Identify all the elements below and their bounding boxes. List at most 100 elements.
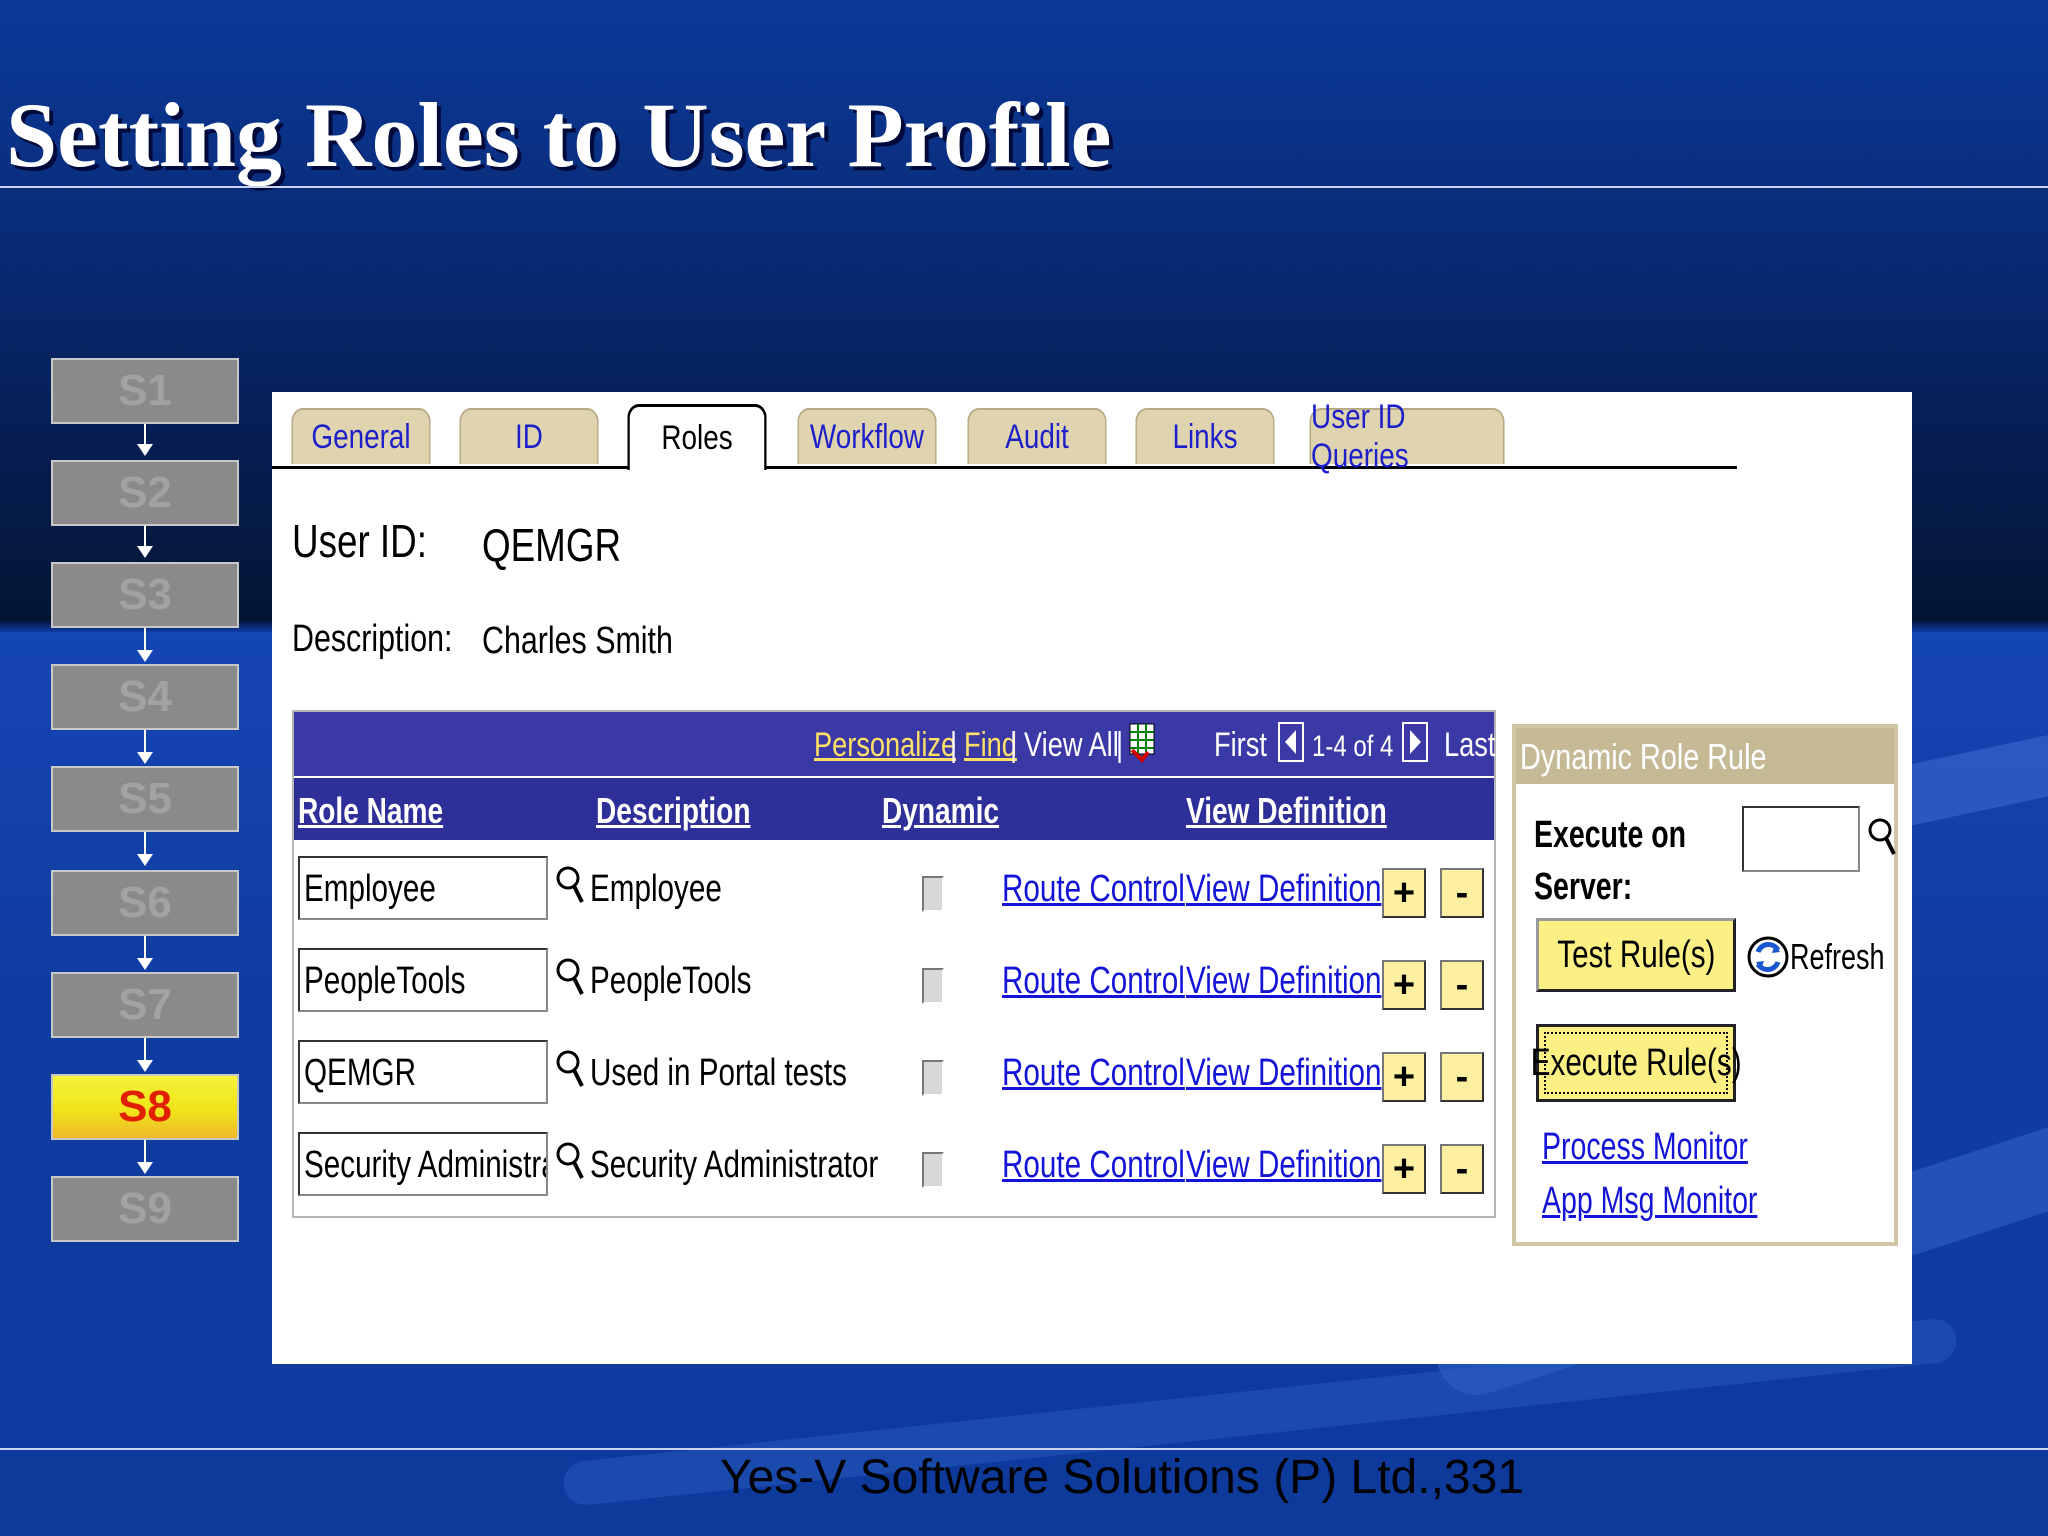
add-row-button[interactable]: + [1382, 960, 1426, 1010]
table-row: Security Administrator Security Administ… [294, 1122, 1494, 1214]
tab-general[interactable]: General [291, 408, 431, 464]
magnifier-icon[interactable] [554, 862, 584, 910]
nav-separator: | [950, 726, 958, 764]
refresh-label[interactable]: Refresh [1790, 936, 1885, 978]
arrow-down-icon [137, 832, 153, 866]
row-range: 1-4 of 4 [1312, 730, 1394, 763]
slide-title: Setting Roles to User Profile [6, 84, 1112, 186]
role-name-input[interactable]: QEMGR [298, 1040, 548, 1104]
tab-user-id-queries[interactable]: User ID Queries [1309, 398, 1505, 475]
step-s2[interactable]: S2 [51, 460, 239, 526]
step-s6[interactable]: S6 [51, 870, 239, 936]
arrow-left-icon[interactable] [1278, 722, 1304, 762]
dynamic-role-rule-box: Dynamic Role Rule Execute on Server: Tes… [1512, 724, 1898, 1246]
roles-grid: Personalize | Find | View All | First 1-… [292, 710, 1496, 1218]
spreadsheet-download-icon[interactable] [1128, 722, 1158, 764]
arrow-down-icon [137, 730, 153, 764]
description-value: Charles Smith [482, 620, 673, 662]
last-label[interactable]: Last [1444, 726, 1495, 765]
execute-on-label: Execute on [1534, 814, 1687, 856]
step-s3[interactable]: S3 [51, 562, 239, 628]
col-view-definition[interactable]: View Definition [1186, 790, 1387, 832]
user-id-value: QEMGR [482, 519, 622, 571]
nav-separator: | [1010, 726, 1018, 764]
personalize-link[interactable]: Personalize [814, 726, 956, 765]
delete-row-button[interactable]: - [1440, 1144, 1484, 1194]
route-control-link[interactable]: Route Control [1002, 1052, 1185, 1095]
execute-on-server-input[interactable] [1742, 806, 1860, 872]
arrow-right-icon[interactable] [1402, 722, 1428, 762]
step-s4[interactable]: S4 [51, 664, 239, 730]
arrow-down-icon [137, 936, 153, 970]
server-label: Server: [1534, 866, 1633, 908]
magnifier-icon[interactable] [1866, 814, 1896, 862]
view-definition-link[interactable]: View Definition [1186, 960, 1382, 1003]
nav-separator: | [1116, 726, 1124, 764]
title-divider [0, 186, 2048, 188]
route-control-link[interactable]: Route Control [1002, 960, 1185, 1003]
magnifier-icon[interactable] [554, 1046, 584, 1094]
dynamic-checkbox[interactable] [922, 968, 944, 1004]
dynamic-role-rule-header: Dynamic Role Rule [1516, 728, 1894, 784]
route-control-link[interactable]: Route Control [1002, 868, 1185, 911]
role-description: Used in Portal tests [590, 1052, 847, 1094]
user-id-label: User ID: [292, 515, 427, 567]
find-link[interactable]: Find [964, 726, 1017, 765]
grid-header-row: Role Name Description Dynamic View Defin… [294, 778, 1494, 840]
delete-row-button[interactable]: - [1440, 868, 1484, 918]
arrow-down-icon [137, 1140, 153, 1174]
tab-id[interactable]: ID [459, 408, 599, 464]
description-label: Description: [292, 618, 453, 660]
table-row: Employee Employee Route Control View Def… [294, 846, 1494, 938]
step-s8[interactable]: S8 [51, 1074, 239, 1140]
arrow-down-icon [137, 1038, 153, 1072]
add-row-button[interactable]: + [1382, 868, 1426, 918]
add-row-button[interactable]: + [1382, 1052, 1426, 1102]
grid-navigation-bar: Personalize | Find | View All | First 1-… [294, 712, 1495, 776]
dynamic-checkbox[interactable] [922, 1152, 944, 1188]
view-definition-link[interactable]: View Definition [1186, 1052, 1382, 1095]
magnifier-icon[interactable] [554, 1138, 584, 1186]
magnifier-icon[interactable] [554, 954, 584, 1002]
dynamic-checkbox[interactable] [922, 1060, 944, 1096]
add-row-button[interactable]: + [1382, 1144, 1426, 1194]
user-profile-panel: General ID Roles Workflow Audit Links Us… [272, 392, 1912, 1364]
role-name-input[interactable]: Security Administrator [298, 1132, 548, 1196]
table-row: PeopleTools PeopleTools Route Control Vi… [294, 938, 1494, 1030]
step-s1[interactable]: S1 [51, 358, 239, 424]
step-s9[interactable]: S9 [51, 1176, 239, 1242]
step-s7[interactable]: S7 [51, 972, 239, 1038]
delete-row-button[interactable]: - [1440, 960, 1484, 1010]
col-role-name[interactable]: Role Name [298, 790, 443, 832]
process-monitor-link[interactable]: Process Monitor [1542, 1126, 1748, 1169]
tab-audit[interactable]: Audit [967, 408, 1107, 464]
dynamic-checkbox[interactable] [922, 876, 944, 912]
first-label[interactable]: First [1214, 726, 1267, 765]
role-description: Employee [590, 868, 722, 910]
view-all-link[interactable]: View All [1024, 726, 1119, 765]
role-name-input[interactable]: PeopleTools [298, 948, 548, 1012]
view-definition-link[interactable]: View Definition [1186, 868, 1382, 911]
refresh-icon[interactable] [1746, 920, 1790, 994]
role-description: Security Administrator [590, 1144, 879, 1186]
route-control-link[interactable]: Route Control [1002, 1144, 1185, 1187]
tab-workflow[interactable]: Workflow [797, 408, 937, 464]
col-dynamic[interactable]: Dynamic [882, 790, 999, 832]
view-definition-link[interactable]: View Definition [1186, 1144, 1382, 1187]
tab-links[interactable]: Links [1135, 408, 1275, 464]
role-description: PeopleTools [590, 960, 752, 1002]
app-msg-monitor-link[interactable]: App Msg Monitor [1542, 1180, 1757, 1223]
arrow-down-icon [137, 526, 153, 558]
arrow-down-icon [137, 424, 153, 456]
footer-text: Yes-V Software Solutions (P) Ltd.,331 [720, 1451, 1524, 1504]
role-name-input[interactable]: Employee [298, 856, 548, 920]
delete-row-button[interactable]: - [1440, 1052, 1484, 1102]
tab-roles[interactable]: Roles [627, 404, 767, 470]
test-rules-button[interactable]: Test Rule(s) [1536, 918, 1736, 992]
execute-rules-button[interactable]: Execute Rule(s) [1531, 1024, 1741, 1102]
col-description[interactable]: Description [596, 790, 750, 832]
table-row: QEMGR Used in Portal tests Route Control… [294, 1030, 1494, 1122]
arrow-down-icon [137, 628, 153, 662]
step-s5[interactable]: S5 [51, 766, 239, 832]
tabs-baseline [272, 466, 1737, 469]
